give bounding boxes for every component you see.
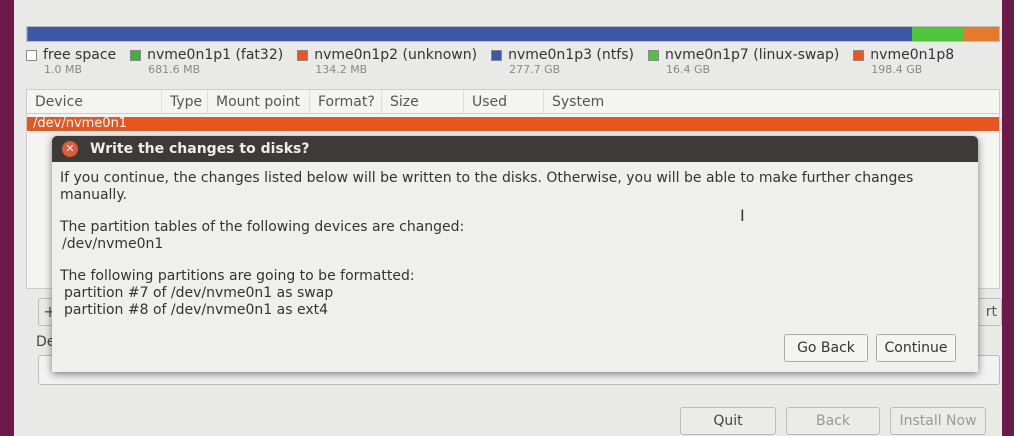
- legend-size: 277.7 GB: [509, 63, 561, 76]
- legend-label: nvme0n1p3 (ntfs): [508, 47, 634, 63]
- color-swatch-icon: [853, 49, 865, 61]
- partition-tables-heading: The partition tables of the following de…: [60, 219, 465, 235]
- col-mount-point[interactable]: Mount point: [208, 90, 310, 113]
- go-back-button[interactable]: Go Back: [784, 334, 868, 362]
- back-button[interactable]: Back: [786, 407, 880, 435]
- legend-item: nvme0n1p2 (unknown) 134.2 MB: [297, 47, 477, 76]
- continue-button[interactable]: Continue: [876, 334, 956, 362]
- col-type[interactable]: Type: [162, 90, 208, 113]
- legend-item: nvme0n1p8 198.4 GB: [853, 47, 954, 76]
- format-item: partition #8 of /dev/nvme0n1 as ext4: [64, 302, 329, 318]
- legend-item: nvme0n1p7 (linux-swap) 16.4 GB: [647, 47, 840, 76]
- close-icon[interactable]: ✕: [62, 141, 78, 157]
- write-changes-dialog: ✕ Write the changes to disks? If you con…: [52, 136, 978, 372]
- quit-button[interactable]: Quit: [680, 407, 776, 435]
- legend-size: 198.4 GB: [871, 63, 923, 76]
- col-system[interactable]: System: [544, 90, 999, 113]
- install-now-button[interactable]: Install Now: [890, 407, 986, 435]
- legend-label: nvme0n1p2 (unknown): [314, 47, 478, 63]
- color-swatch-icon: [491, 49, 503, 61]
- partition-legend: free space 1.0 MB nvme0n1p1 (fat32) 681.6 M…: [26, 47, 1006, 76]
- partition-segment: [28, 27, 912, 41]
- legend-size: 16.4 GB: [665, 63, 711, 76]
- text-cursor-icon: I: [740, 206, 745, 225]
- color-swatch-icon: [297, 49, 309, 61]
- legend-label: nvme0n1p8: [870, 47, 955, 63]
- col-used[interactable]: Used: [464, 90, 544, 113]
- legend-item: free space 1.0 MB: [26, 47, 116, 76]
- dialog-titlebar: ✕ Write the changes to disks?: [52, 136, 978, 162]
- legend-size: 1.0 MB: [44, 63, 83, 76]
- dialog-title: Write the changes to disks?: [90, 141, 310, 157]
- color-swatch-icon: [26, 49, 37, 61]
- partition-segment: [912, 27, 964, 41]
- dialog-intro: If you continue, the changes listed belo…: [60, 170, 914, 203]
- legend-item: nvme0n1p1 (fat32) 681.6 MB: [130, 47, 283, 76]
- partition-bar: [26, 26, 1000, 42]
- table-header: Device Type Mount point Format? Size Use…: [27, 90, 999, 114]
- color-swatch-icon: [647, 49, 659, 61]
- legend-size: 681.6 MB: [148, 63, 201, 76]
- legend-label: nvme0n1p7 (linux-swap): [664, 47, 840, 63]
- legend-label: nvme0n1p1 (fat32): [147, 47, 284, 63]
- col-device[interactable]: Device: [27, 90, 162, 113]
- format-item: partition #7 of /dev/nvme0n1 as swap: [64, 285, 334, 301]
- legend-size: 134.2 MB: [315, 63, 368, 76]
- revert-button[interactable]: rt: [976, 298, 1002, 326]
- table-row-selected[interactable]: /dev/nvme0n1: [27, 117, 999, 131]
- changed-device: /dev/nvme0n1: [62, 236, 164, 252]
- color-swatch-icon: [130, 49, 142, 61]
- col-format[interactable]: Format?: [310, 90, 382, 113]
- legend-item: nvme0n1p3 (ntfs) 277.7 GB: [491, 47, 634, 76]
- format-heading: The following partitions are going to be…: [60, 268, 415, 284]
- col-size[interactable]: Size: [382, 90, 464, 113]
- partition-segment: [963, 27, 999, 41]
- legend-label: free space: [43, 47, 117, 63]
